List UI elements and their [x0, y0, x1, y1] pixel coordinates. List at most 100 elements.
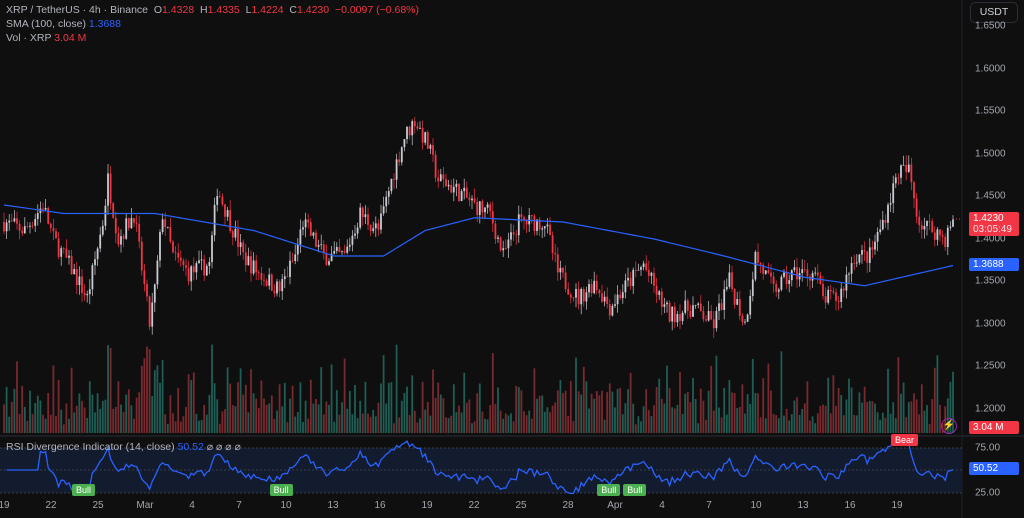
volume-bar: [424, 409, 427, 433]
time-tick: 13: [327, 500, 339, 511]
candle-body: [918, 216, 921, 226]
candle-body: [114, 217, 117, 234]
volume-bar: [377, 402, 380, 433]
candle-body: [473, 198, 476, 202]
candle-body: [299, 229, 302, 245]
candle-body: [70, 255, 73, 275]
candle-body: [606, 296, 609, 304]
volume-bar: [624, 403, 627, 433]
candle-body: [426, 132, 429, 149]
candle-body: [125, 218, 128, 239]
rsi-visibility-icons[interactable]: ⌀ ⌀ ⌀ ⌀: [207, 441, 241, 453]
candle-body: [616, 294, 619, 305]
candle-body: [242, 242, 245, 253]
volume-bar: [811, 416, 814, 433]
volume-bar: [788, 420, 791, 433]
symbol-legend: XRP / TetherUS · 4h · Binance O1.4328 H1…: [6, 4, 419, 16]
rsi-legend[interactable]: RSI Divergence Indicator (14, close) 50.…: [6, 441, 241, 453]
candle-body: [697, 303, 700, 305]
volume-bar: [5, 386, 8, 433]
candle-body: [663, 304, 666, 307]
volume-bar: [832, 375, 835, 433]
candle-body: [244, 252, 247, 266]
volume-bar: [380, 383, 382, 433]
volume-bar: [809, 420, 811, 433]
candle-body: [395, 159, 398, 180]
candle-body: [31, 225, 34, 227]
candle-body: [611, 305, 614, 316]
volume-bar: [798, 414, 801, 433]
volume-bar: [34, 403, 37, 433]
rsi-label: RSI Divergence Indicator (14, close): [6, 441, 175, 453]
volume-bar: [109, 347, 112, 433]
candle-body: [824, 296, 827, 303]
volume-bar: [419, 418, 421, 433]
volume-bar: [49, 414, 52, 433]
volume-bar: [289, 398, 291, 433]
volume-bar: [315, 398, 317, 433]
candle-body: [21, 230, 24, 234]
candle-body: [55, 231, 57, 239]
volume-bar: [767, 363, 770, 433]
candle-body: [211, 235, 213, 263]
volume-bar: [432, 369, 434, 433]
volume-bar: [148, 349, 151, 433]
volume-bar: [923, 410, 926, 433]
price-tick: 1.5000: [975, 148, 1006, 159]
volume-bar: [91, 394, 94, 433]
candle-body: [447, 184, 450, 187]
volume-bar: [538, 395, 541, 433]
candle-body: [86, 294, 89, 296]
candle-body: [728, 272, 731, 287]
volume-bar: [369, 416, 372, 433]
volume-legend[interactable]: Vol · XRP 3.04 M: [6, 32, 86, 44]
volume-bar: [411, 375, 414, 433]
candle-body: [822, 283, 824, 297]
lightning-icon[interactable]: ⚡: [941, 418, 957, 434]
volume-bar: [296, 412, 299, 433]
volume-bar: [291, 385, 294, 433]
volume-bar: [569, 381, 572, 433]
sma-legend[interactable]: SMA (100, close) 1.3688: [6, 18, 121, 30]
volume-bar: [372, 409, 375, 433]
volume-bar: [601, 390, 603, 433]
candle-body: [276, 281, 278, 294]
candle-body: [250, 256, 252, 274]
volume-bar: [273, 418, 276, 433]
candle-body: [164, 219, 167, 228]
volume-bar: [793, 400, 796, 433]
volume-bar: [751, 358, 754, 433]
volume-bar: [619, 388, 622, 433]
volume-bar: [525, 415, 528, 433]
volume-bar: [398, 417, 401, 433]
candle-body: [676, 314, 679, 323]
candle-body: [445, 179, 447, 187]
volume-bar: [101, 400, 104, 433]
candle-body: [341, 251, 343, 253]
candle-body: [816, 272, 819, 276]
volume-bar: [343, 358, 346, 433]
volume-bar: [541, 395, 544, 433]
volume-bar: [549, 412, 551, 433]
volume-bar: [341, 402, 343, 433]
volume-bar: [863, 386, 866, 433]
candle-body: [218, 196, 221, 197]
volume-bar: [429, 415, 432, 433]
candle-body: [850, 263, 853, 274]
volume-bar: [57, 380, 60, 433]
candle-body: [746, 314, 749, 322]
volume-bar: [494, 404, 497, 433]
volume-bar: [481, 411, 484, 433]
candle-body: [179, 257, 182, 261]
candle-body: [920, 225, 923, 230]
volume-bar: [408, 415, 411, 433]
volume-bar: [387, 382, 390, 433]
volume-bar: [190, 380, 193, 433]
volume-bar: [304, 400, 307, 433]
volume-bar: [242, 394, 245, 433]
candle-body: [484, 207, 486, 213]
candle-body: [315, 232, 317, 247]
candle-body: [731, 272, 733, 289]
candle-body: [494, 223, 497, 239]
time-tick: 4: [189, 500, 195, 511]
